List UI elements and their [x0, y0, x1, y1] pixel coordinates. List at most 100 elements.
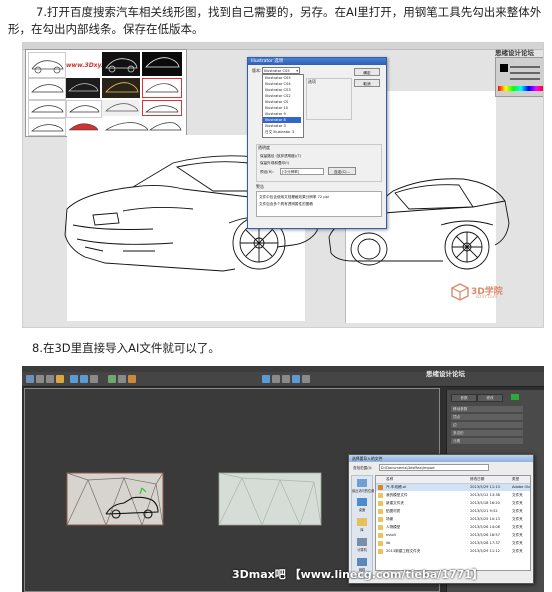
- preserve-paths-option[interactable]: 保留路径 (放弃透明度)(T): [260, 153, 301, 159]
- folder-icon: [378, 549, 383, 554]
- imported-shape-with-car: [66, 472, 164, 526]
- view-tool-icon[interactable]: [262, 375, 270, 383]
- color-slider[interactable]: [510, 78, 540, 80]
- place-label[interactable]: 桌面: [352, 507, 372, 513]
- computer-icon[interactable]: [357, 538, 367, 546]
- file-row[interactable]: 场景 2013/5/25 10:13 文件夹: [376, 516, 530, 523]
- panel-row[interactable]: 顶点: [451, 414, 523, 420]
- file-row-selected[interactable]: 汽-车线稿.ai 2013/5/29 11:13 Adobe Illust: [376, 484, 530, 491]
- select-tool-icon[interactable]: [26, 375, 34, 383]
- view-tool-icon[interactable]: [282, 375, 290, 383]
- bottom-watermark: 3Dmax吧 【www.linecg.com/tieba/1771】: [232, 568, 483, 581]
- file-row[interactable]: lib 2013/5/28 17:37 文件夹: [376, 540, 530, 547]
- file-row[interactable]: 新建文件夹 2013/5/18 16:20 文件夹: [376, 500, 530, 507]
- warnings-section-label: 警告: [256, 184, 264, 189]
- gallery-thumb[interactable]: [28, 118, 66, 136]
- folder-select[interactable]: D:\Documents\3dsMax\import: [379, 464, 489, 471]
- render-setup-icon[interactable]: [118, 375, 126, 383]
- file-row[interactable]: 贴图材质 2013/5/21 9:52 文件夹: [376, 508, 530, 515]
- library-icon[interactable]: [357, 518, 367, 526]
- file-type: 文件夹: [512, 549, 523, 553]
- preset-label: 预设(R):: [260, 170, 274, 174]
- gallery-thumb-selected[interactable]: [142, 78, 182, 98]
- version-select[interactable]: Illustrator CS5 ▾: [262, 67, 300, 74]
- ai-color-panel: [495, 57, 543, 97]
- cancel-button[interactable]: 取消: [354, 79, 380, 87]
- gallery-thumb[interactable]: [28, 78, 66, 100]
- view-tool-icon[interactable]: [302, 375, 310, 383]
- color-slider[interactable]: [510, 72, 540, 74]
- render-icon[interactable]: [128, 375, 136, 383]
- file-row[interactable]: 2013新建工程文件夹 2013/5/29 11:12 文件夹: [376, 548, 530, 555]
- folder-path: D:\Documents\3dsMax\import: [381, 466, 435, 470]
- gallery-thumb[interactable]: [28, 52, 66, 78]
- scale-tool-icon[interactable]: [56, 375, 64, 383]
- column-header[interactable]: 名称: [386, 476, 393, 483]
- file-name: 新建文件夹: [386, 501, 404, 505]
- fill-swatch[interactable]: [500, 64, 508, 72]
- move-tool-icon[interactable]: [36, 375, 44, 383]
- rotate-tool-icon[interactable]: [46, 375, 54, 383]
- gallery-thumb[interactable]: [102, 78, 140, 98]
- file-row[interactable]: 我的模型文件 2013/5/12 13:38 文件夹: [376, 492, 530, 499]
- snap-tool-icon[interactable]: [70, 375, 78, 383]
- gallery-thumb[interactable]: [28, 100, 66, 118]
- places-bar: 最近访问的位置 桌面 库 计算机 网络: [351, 475, 374, 579]
- panel-row[interactable]: 元素: [451, 438, 523, 444]
- version-option[interactable]: 日文 Illustrator 3: [263, 129, 301, 135]
- gallery-thumb[interactable]: [142, 100, 182, 116]
- place-label[interactable]: 最近访问的位置: [352, 488, 374, 494]
- ok-button[interactable]: 确定: [354, 68, 380, 76]
- panel-row[interactable]: 边: [451, 422, 523, 428]
- dialog-title: Illustrator 选项: [248, 58, 386, 65]
- panel-row[interactable]: 多边形: [451, 430, 523, 436]
- file-type: 文件夹: [512, 525, 523, 529]
- options-section-label: 选项: [308, 79, 316, 84]
- warnings-list: 文件中包含使用文档栅格效果分辨率 72 ppi 文件包含多个具有透明属性的图稿: [256, 191, 382, 217]
- gallery-thumb[interactable]: [66, 100, 102, 118]
- color-spectrum[interactable]: [498, 86, 543, 91]
- file-date: 2013/5/18 16:20: [470, 501, 500, 505]
- folder-icon: [378, 493, 383, 498]
- step8-text: 8.在3D里直接导入AI文件就可以了。: [32, 341, 220, 355]
- network-icon[interactable]: [357, 558, 367, 566]
- cube-logo-icon: [451, 283, 469, 301]
- view-tool-icon[interactable]: [292, 375, 300, 383]
- preserve-appearance-option[interactable]: 保留外观和叠印(I): [260, 160, 289, 166]
- panel-tab[interactable]: 修改: [477, 394, 503, 402]
- place-label[interactable]: 库: [352, 527, 372, 533]
- file-row[interactable]: 人物模型 2013/5/26 14:08 文件夹: [376, 524, 530, 531]
- step7-text: 7.打开百度搜索汽车相关线形图，找到自己需要的，另存。在AI里打开，用钢笔工具先…: [8, 5, 542, 36]
- place-label[interactable]: 计算机: [352, 547, 372, 553]
- gallery-thumb[interactable]: [102, 52, 140, 76]
- color-slider[interactable]: [510, 66, 540, 68]
- angle-snap-icon[interactable]: [80, 375, 88, 383]
- gallery-thumb[interactable]: [102, 100, 140, 116]
- column-header[interactable]: 类型: [512, 476, 519, 483]
- folder-icon: [378, 509, 383, 514]
- custom-preset-button[interactable]: 自定(C)...: [328, 167, 356, 175]
- folder-icon: [378, 517, 383, 522]
- file-date: 2013/5/29 11:12: [470, 549, 500, 553]
- file-date: 2013/5/21 9:52: [470, 509, 498, 513]
- gallery-thumb[interactable]: [66, 78, 100, 98]
- panel-tab[interactable]: 参数: [451, 394, 477, 402]
- gallery-thumb[interactable]: [66, 118, 100, 134]
- max-corner-logo: 思绪设计论坛: [426, 370, 465, 378]
- color-swatch[interactable]: [511, 394, 519, 400]
- panel-row[interactable]: 移动参数: [451, 406, 523, 412]
- file-row[interactable]: maxV 2013/5/26 18:57 文件夹: [376, 532, 530, 539]
- view-tool-icon[interactable]: [272, 375, 280, 383]
- mirror-tool-icon[interactable]: [90, 375, 98, 383]
- material-editor-icon[interactable]: [108, 375, 116, 383]
- desktop-icon[interactable]: [357, 498, 367, 506]
- gallery-thumb[interactable]: [102, 118, 182, 134]
- preset-select[interactable]: [中分辨率]: [280, 168, 324, 175]
- 3dsmax-screenshot: 思绪设计论坛 参数 修改 移动参数 顶点 边 多边形 元素 选择要导入的文件 查…: [22, 366, 544, 592]
- preset-value: [中分辨率]: [282, 170, 300, 174]
- max-toolbar: [22, 372, 544, 387]
- image-gallery: www.3Dxy.com: [25, 49, 187, 137]
- recent-places-icon[interactable]: [357, 479, 367, 487]
- column-header[interactable]: 修改日期: [470, 476, 484, 483]
- gallery-thumb[interactable]: [142, 52, 182, 76]
